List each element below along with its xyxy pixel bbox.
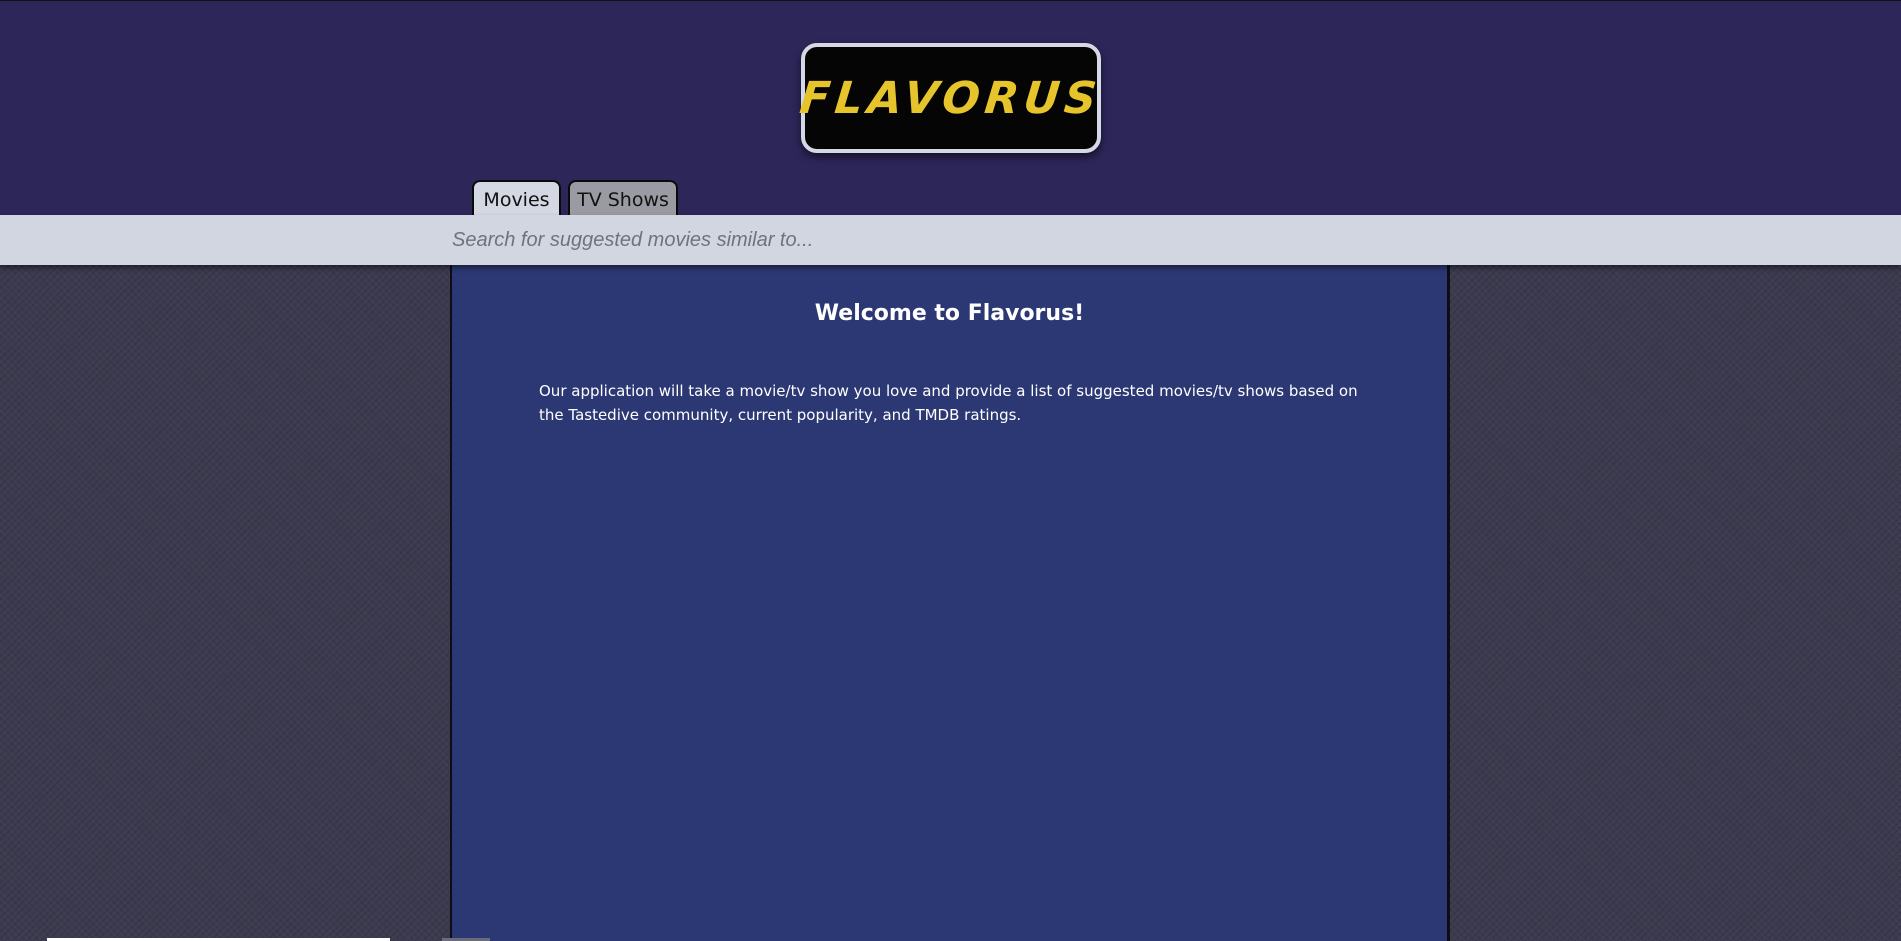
site-header: FLAVORUS Movies TV Shows	[0, 0, 1901, 220]
search-bar	[0, 215, 1901, 265]
search-input[interactable]	[440, 215, 1840, 265]
tab-movies[interactable]: Movies	[472, 180, 561, 220]
logo-text: FLAVORUS	[797, 72, 1105, 124]
welcome-title: Welcome to Flavorus!	[814, 301, 1085, 326]
tab-tv-shows[interactable]: TV Shows	[568, 180, 678, 220]
flavorus-logo[interactable]: FLAVORUS	[798, 43, 1104, 153]
welcome-description: Our application will take a movie/tv sho…	[539, 382, 1358, 424]
welcome-panel: Welcome to Flavorus! Our application wil…	[450, 265, 1450, 941]
